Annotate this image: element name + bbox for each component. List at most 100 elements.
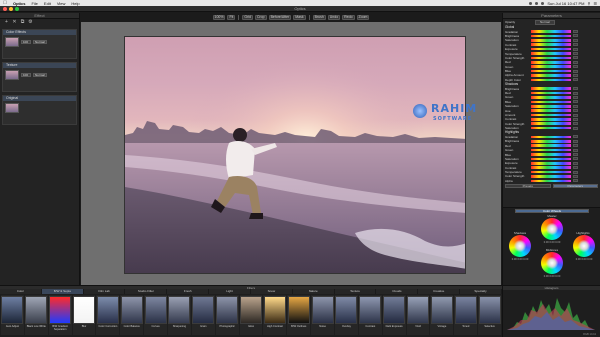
tab-presets[interactable]: Presets	[505, 184, 551, 189]
parameter-slider[interactable]	[531, 69, 571, 73]
parameter-stepper[interactable]	[573, 161, 578, 165]
filter-item[interactable]: High Contrast	[263, 295, 287, 335]
parameter-stepper[interactable]	[573, 56, 578, 60]
parameter-stepper[interactable]	[573, 60, 578, 64]
layer-blend-mode[interactable]: Normal	[33, 73, 47, 77]
parameter-stepper[interactable]	[573, 69, 578, 73]
parameter-stepper[interactable]	[573, 100, 578, 104]
filter-thumbnail[interactable]	[240, 296, 263, 324]
filter-item[interactable]: Dark Exposure	[382, 295, 406, 335]
filter-thumbnail[interactable]	[407, 296, 430, 324]
remove-layer-icon[interactable]: ✕	[12, 20, 17, 25]
parameter-stepper[interactable]	[573, 38, 578, 42]
layer-thumbnail[interactable]	[5, 37, 19, 47]
parameter-slider[interactable]	[531, 30, 571, 33]
highlights-color-wheel[interactable]	[573, 235, 595, 257]
parameter-slider[interactable]	[531, 43, 571, 47]
filter-thumbnail[interactable]	[96, 296, 119, 324]
parameter-slider[interactable]	[531, 122, 571, 126]
filter-thumbnail[interactable]	[192, 296, 215, 324]
midtones-color-wheel[interactable]	[541, 252, 563, 274]
filter-thumbnail[interactable]	[287, 296, 310, 324]
toolbar-button[interactable]: Redo	[342, 15, 355, 20]
filter-thumbnail[interactable]	[478, 296, 501, 324]
parameter-stepper[interactable]	[573, 148, 578, 152]
tab-parameters[interactable]: Parameters	[552, 184, 598, 189]
filter-item[interactable]: Vivid	[406, 295, 430, 335]
notification-center-icon[interactable]: ☰	[593, 1, 597, 6]
parameter-stepper[interactable]	[573, 87, 578, 91]
parameter-stepper[interactable]	[573, 166, 578, 170]
menu-help[interactable]: Help	[68, 1, 82, 6]
parameter-slider[interactable]	[531, 157, 571, 161]
toolbar-button[interactable]: Fit	[227, 15, 236, 20]
parameter-stepper[interactable]	[573, 52, 578, 56]
parameter-slider[interactable]	[531, 61, 571, 64]
photo-canvas[interactable]	[124, 36, 466, 274]
parameter-stepper[interactable]	[573, 91, 578, 95]
parameter-stepper[interactable]	[573, 122, 578, 126]
filter-item[interactable]: Contrast	[358, 295, 382, 335]
filter-item[interactable]: Auto Adjust	[1, 295, 24, 335]
filter-thumbnail[interactable]	[454, 296, 477, 324]
canvas-area[interactable]: RAHIM SOFTWARE	[81, 22, 501, 285]
parameter-stepper[interactable]	[573, 144, 578, 148]
toolbar-button[interactable]: Before/After	[268, 15, 292, 20]
filter-thumbnail[interactable]	[144, 296, 167, 324]
add-layer-icon[interactable]: +	[4, 20, 9, 25]
close-window-button[interactable]	[3, 6, 7, 11]
layer-opacity[interactable]: 100	[21, 40, 31, 44]
filter-item[interactable]: Grain	[191, 295, 215, 335]
parameter-stepper[interactable]	[573, 174, 578, 178]
filter-item[interactable]: B/W Outlines	[287, 295, 311, 335]
parameter-slider[interactable]	[531, 91, 571, 95]
parameter-stepper[interactable]	[573, 157, 578, 161]
filter-thumbnail[interactable]	[49, 296, 72, 324]
filter-item[interactable]: Blur	[72, 295, 96, 335]
parameter-slider[interactable]	[531, 52, 571, 55]
parameter-slider[interactable]	[531, 104, 571, 108]
parameter-stepper[interactable]	[573, 104, 578, 108]
parameter-stepper[interactable]	[573, 30, 578, 34]
filter-thumbnail[interactable]	[73, 296, 95, 324]
layer-card[interactable]: Original	[2, 95, 77, 125]
parameter-stepper[interactable]	[573, 65, 578, 69]
parameter-slider[interactable]	[531, 34, 571, 38]
parameter-stepper[interactable]	[573, 153, 578, 157]
parameter-slider[interactable]	[531, 148, 571, 152]
battery-icon[interactable]	[541, 1, 545, 5]
parameter-slider[interactable]	[531, 113, 571, 117]
parameter-slider[interactable]	[531, 47, 571, 51]
parameter-stepper[interactable]	[573, 170, 578, 174]
parameter-stepper[interactable]	[573, 113, 578, 117]
parameter-slider[interactable]	[531, 135, 571, 139]
filter-item[interactable]: Curves	[144, 295, 168, 335]
toolbar-button[interactable]: Mask	[293, 15, 306, 20]
parameter-stepper[interactable]	[573, 95, 578, 99]
parameter-slider[interactable]	[531, 166, 571, 169]
layer-blend-mode[interactable]: Normal	[33, 40, 47, 44]
filter-item[interactable]: Overlay	[335, 295, 358, 335]
shadows-color-wheel[interactable]	[509, 235, 531, 257]
parameter-stepper[interactable]	[573, 34, 578, 38]
toolbar-button[interactable]: Undo	[327, 15, 341, 20]
tab-color-wheels[interactable]: Color Wheels	[515, 209, 589, 213]
parameter-stepper[interactable]	[573, 179, 578, 183]
parameter-slider[interactable]	[531, 118, 571, 121]
layer-settings-icon[interactable]: ⚙	[28, 20, 33, 25]
spotlight-icon[interactable]: ⚲	[587, 1, 590, 6]
filter-item[interactable]: Photographic	[215, 295, 239, 335]
wifi-icon[interactable]	[535, 1, 539, 5]
parameter-slider[interactable]	[531, 65, 571, 68]
parameter-slider[interactable]	[531, 126, 571, 130]
toolbar-button[interactable]: Crop	[254, 15, 267, 20]
parameter-stepper[interactable]	[573, 109, 578, 113]
parameter-slider[interactable]	[531, 153, 571, 156]
filter-item[interactable]: Toned	[454, 295, 478, 335]
parameter-slider[interactable]	[531, 144, 571, 148]
filter-thumbnail[interactable]	[1, 296, 24, 324]
layer-card[interactable]: Color Effects 100 Normal	[2, 29, 77, 59]
parameter-stepper[interactable]	[573, 117, 578, 121]
filter-thumbnail[interactable]	[335, 296, 358, 324]
filter-item[interactable]: Selective	[478, 295, 502, 335]
